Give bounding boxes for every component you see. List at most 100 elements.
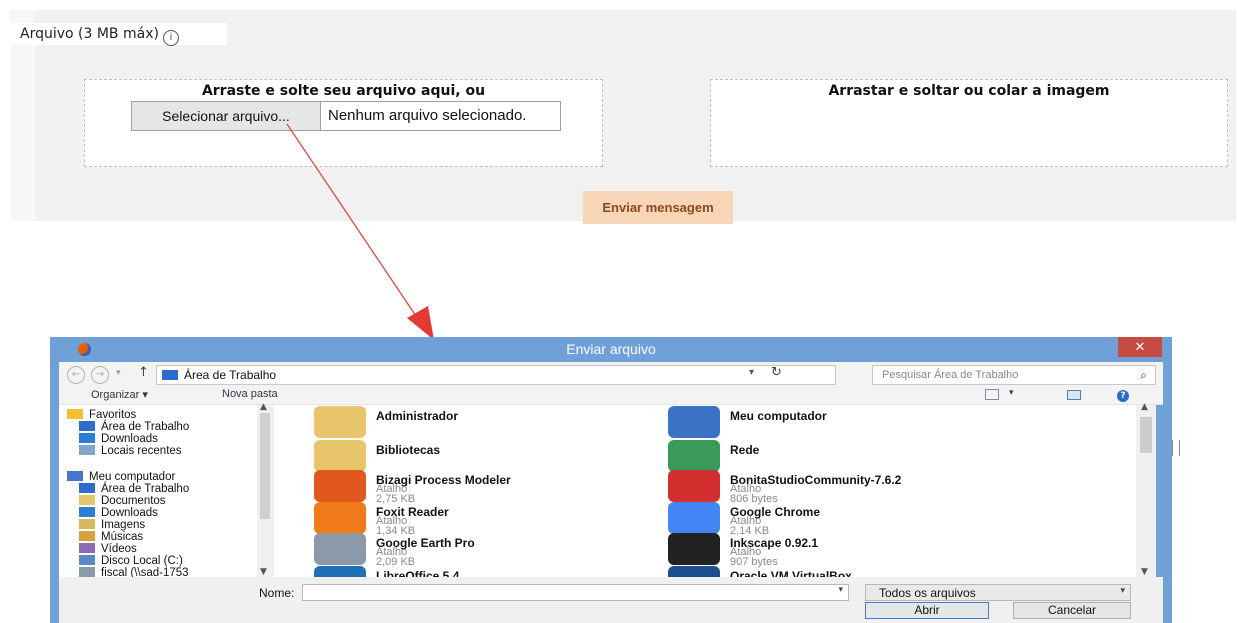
pdf-icon: [314, 502, 366, 534]
recent-locations-chevron-icon[interactable]: ▾: [116, 368, 121, 378]
nav-item[interactable]: Locais recentes: [79, 445, 182, 457]
search-icon[interactable]: ⌕: [1140, 368, 1147, 383]
nav-item[interactable]: Imagens: [79, 519, 145, 531]
nav-item-label: Meu computador: [89, 471, 176, 483]
info-icon[interactable]: i: [162, 30, 179, 46]
file-item[interactable]: Bizagi Process Modeler Atalho 2,75 KB: [314, 470, 644, 505]
nav-item-label: Locais recentes: [101, 445, 182, 457]
search-box[interactable]: Pesquisar Área de Trabalho ⌕: [872, 365, 1156, 385]
nav-item-label: Músicas: [101, 531, 144, 543]
file-name-chevron-icon[interactable]: ▾: [838, 585, 843, 595]
file-item[interactable]: Bibliotecas: [314, 440, 644, 472]
file-item[interactable]: Inkscape 0.92.1 Atalho 907 bytes: [668, 533, 998, 568]
nav-item[interactable]: Vídeos: [79, 543, 137, 555]
nav-item-label: Downloads: [101, 433, 158, 445]
cancel-button[interactable]: Cancelar: [1013, 602, 1131, 619]
file-input[interactable]: Selecionar arquivo... Nenhum arquivo sel…: [131, 101, 561, 131]
recent-places-icon: [79, 445, 95, 455]
computer-icon: [67, 471, 83, 481]
nav-item[interactable]: Downloads: [79, 507, 158, 519]
virtualbox-icon: [668, 566, 720, 577]
drive-icon: [79, 555, 95, 565]
file-dropzone-title: Arraste e solte seu arquivo aqui, ou: [201, 83, 486, 99]
inkscape-icon: [668, 533, 720, 565]
file-item[interactable]: Rede: [668, 440, 998, 472]
nav-item-label: Downloads: [101, 507, 158, 519]
nav-item-label: Documentos: [101, 495, 166, 507]
nav-item-label: Favoritos: [89, 409, 137, 421]
file-dialog: Enviar arquivo ✕ ← → ▾ ↑ Área de Trabalh…: [50, 337, 1172, 623]
file-name: Administrador: [376, 409, 459, 423]
file-name-input[interactable]: ▾: [302, 584, 849, 601]
downloads-icon: [79, 433, 95, 443]
file-item[interactable]: Oracle VM VirtualBox: [668, 566, 998, 577]
scroll-thumb[interactable]: [260, 413, 270, 519]
network-icon: [668, 440, 720, 472]
videos-icon: [79, 543, 95, 553]
nav-item[interactable]: fiscal (\\sad-1753: [79, 567, 189, 577]
file-item[interactable]: Meu computador: [668, 406, 998, 438]
nav-item[interactable]: Documentos: [79, 495, 166, 507]
scroll-down-icon[interactable]: ▼: [260, 567, 267, 577]
nav-item-label: Área de Trabalho: [101, 421, 190, 433]
navigation-pane: Favoritos Área de Trabalho Downloads Locais…: [59, 405, 257, 577]
nav-item[interactable]: Meu computador: [67, 471, 175, 483]
file-type-select[interactable]: Todos os arquivos ▾: [865, 584, 1131, 601]
refresh-icon[interactable]: ↻: [771, 365, 782, 380]
nav-item-label: Disco Local (C:): [101, 555, 183, 567]
open-button[interactable]: Abrir: [865, 602, 989, 619]
preview-pane-icon[interactable]: [1067, 390, 1081, 400]
address-text: Área de Trabalho: [184, 368, 277, 382]
user-folder-icon: [314, 406, 366, 438]
network-drive-icon: [79, 567, 95, 577]
libreoffice-icon: [314, 566, 366, 577]
image-dropzone[interactable]: Arrastar e soltar ou colar a imagem: [710, 79, 1228, 167]
help-icon[interactable]: ?: [1117, 390, 1129, 402]
file-item[interactable]: BonitaStudioCommunity-7.6.2 Atalho 806 byt…: [668, 470, 998, 505]
close-button[interactable]: ✕: [1118, 337, 1162, 357]
search-placeholder: Pesquisar Área de Trabalho: [882, 369, 1019, 381]
scroll-down-icon[interactable]: ▼: [1141, 567, 1148, 577]
computer-icon: [668, 406, 720, 438]
new-folder-button[interactable]: Nova pasta: [222, 388, 278, 400]
chrome-icon: [668, 502, 720, 534]
view-chevron-icon[interactable]: ▾: [1009, 388, 1014, 398]
organize-menu[interactable]: Organizar ▾: [91, 388, 148, 401]
file-item[interactable]: Administrador: [314, 406, 644, 438]
address-bar[interactable]: Área de Trabalho: [156, 365, 836, 385]
select-file-button[interactable]: Selecionar arquivo...: [132, 102, 321, 130]
up-arrow-icon[interactable]: ↑: [138, 365, 149, 380]
navigation-scrollbar[interactable]: ▲ ▼: [257, 402, 274, 577]
command-bar: Organizar ▾ Nova pasta ▾ ?: [59, 388, 1163, 405]
file-name-label: Nome:: [259, 586, 295, 600]
nav-item[interactable]: Área de Trabalho: [79, 483, 189, 495]
nav-item-label: Área de Trabalho: [101, 483, 190, 495]
view-options-icon[interactable]: [985, 389, 999, 400]
file-item[interactable]: Google Earth Pro Atalho 2,09 KB: [314, 533, 644, 568]
file-field-label: Arquivo (3 MB máx) i: [10, 23, 227, 46]
file-item[interactable]: Google Chrome Atalho 2,14 KB: [668, 502, 998, 537]
nav-item[interactable]: Músicas: [79, 531, 143, 543]
scroll-up-icon[interactable]: ▲: [1141, 402, 1148, 412]
nav-item[interactable]: Disco Local (C:): [79, 555, 183, 567]
nav-item-label: Imagens: [101, 519, 146, 531]
nav-item[interactable]: Downloads: [79, 433, 158, 445]
file-type-chevron-icon[interactable]: ▾: [1120, 586, 1125, 596]
file-item[interactable]: LibreOffice 5.4: [314, 566, 644, 577]
forward-arrow-icon[interactable]: →: [91, 366, 109, 384]
file-dropzone[interactable]: Arraste e solte seu arquivo aqui, ou Sel…: [84, 79, 603, 167]
dialog-titlebar[interactable]: Enviar arquivo ✕: [50, 337, 1172, 361]
scroll-thumb[interactable]: [1140, 417, 1152, 453]
back-arrow-icon[interactable]: ←: [67, 366, 85, 384]
nav-item[interactable]: Favoritos: [67, 409, 136, 421]
star-icon: [67, 409, 83, 419]
file-name: Bibliotecas: [376, 443, 441, 457]
nav-item[interactable]: Área de Trabalho: [79, 421, 189, 433]
file-name: Rede: [730, 443, 760, 457]
file-list-scrollbar[interactable]: ▲ ▼: [1136, 402, 1156, 577]
file-list: Administrador Meu computador Bibliotecas Re…: [274, 405, 1153, 577]
send-message-button[interactable]: Enviar mensagem: [583, 191, 733, 224]
scroll-up-icon[interactable]: ▲: [260, 402, 267, 412]
file-item[interactable]: Foxit Reader Atalho 1,34 KB: [314, 502, 644, 537]
address-dropdown-chevron-icon[interactable]: ▾: [749, 367, 754, 378]
